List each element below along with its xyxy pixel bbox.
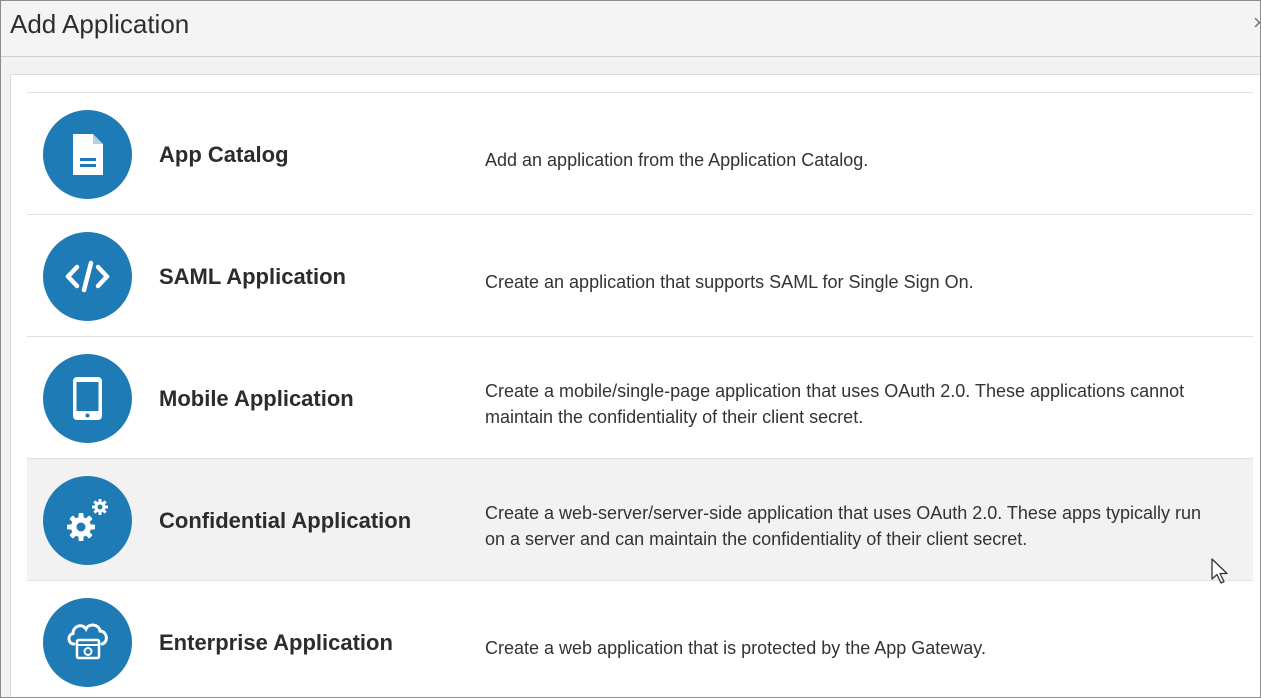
option-name: App Catalog (159, 141, 289, 169)
option-description: Create an application that supports SAML… (485, 269, 1205, 295)
option-name: Mobile Application (159, 385, 354, 413)
app-catalog-option[interactable]: App Catalog Add an application from the … (27, 93, 1253, 215)
confidential-application-option[interactable]: Confidential Application Create a web-se… (27, 459, 1253, 581)
enterprise-application-option[interactable]: Enterprise Application Create a web appl… (27, 581, 1253, 698)
mouse-pointer-icon (1211, 558, 1233, 586)
option-description: Add an application from the Application … (485, 147, 1205, 173)
document-icon (43, 110, 132, 199)
cloud-icon (43, 598, 132, 687)
dialog-title: Add Application (10, 8, 189, 40)
dialog-header: Add Application × (1, 1, 1260, 57)
add-application-dialog: Add Application × App Catalog Add an app… (0, 0, 1261, 698)
saml-application-option[interactable]: SAML Application Create an application t… (27, 215, 1253, 337)
option-description: Create a mobile/single-page application … (485, 378, 1205, 430)
mobile-application-option[interactable]: Mobile Application Create a mobile/singl… (27, 337, 1253, 459)
option-description: Create a web application that is protect… (485, 635, 1205, 661)
tablet-icon (43, 354, 132, 443)
gears-icon (43, 476, 132, 565)
application-type-list: App Catalog Add an application from the … (27, 92, 1253, 698)
close-icon[interactable]: × (1253, 11, 1261, 35)
option-name: Enterprise Application (159, 629, 393, 657)
option-name: SAML Application (159, 263, 346, 291)
option-name: Confidential Application (159, 507, 411, 535)
code-icon (43, 232, 132, 321)
dialog-content: App Catalog Add an application from the … (10, 74, 1261, 698)
option-description: Create a web-server/server-side applicat… (485, 500, 1205, 552)
